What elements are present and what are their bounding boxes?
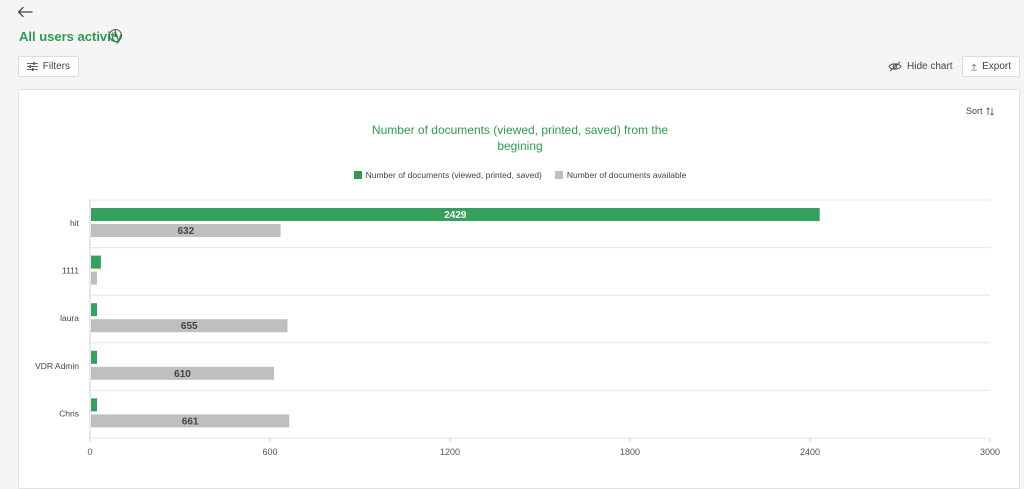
- x-tick-label: 1800: [620, 447, 640, 457]
- bar-value-label: 2429: [444, 210, 467, 221]
- bar-chart: 0 600 1200 1800 2400 3000 hit 2429 632 1111 laura 6…: [35, 199, 1000, 457]
- category-label: 1111: [62, 266, 79, 276]
- bar-viewed: [91, 398, 97, 412]
- x-tick-label: 600: [262, 447, 277, 457]
- category-label: VDR Admin: [35, 361, 79, 371]
- category-label: hit: [70, 218, 80, 228]
- x-tick-label: 2400: [800, 447, 820, 457]
- bar-value-label: 632: [177, 226, 194, 237]
- bar-viewed: [91, 350, 97, 364]
- category-label: laura: [60, 313, 79, 323]
- x-tick-label: 0: [87, 447, 92, 457]
- bar-viewed: [91, 255, 101, 269]
- bar-available: [91, 271, 97, 285]
- bar-value-label: 661: [182, 416, 199, 427]
- x-tick-label: 3000: [980, 447, 1000, 457]
- x-tick-label: 1200: [440, 447, 460, 457]
- category-label: Chris: [59, 408, 79, 418]
- bar-value-label: 655: [181, 321, 198, 332]
- bar-viewed: [91, 303, 97, 317]
- bar-value-label: 610: [174, 369, 191, 380]
